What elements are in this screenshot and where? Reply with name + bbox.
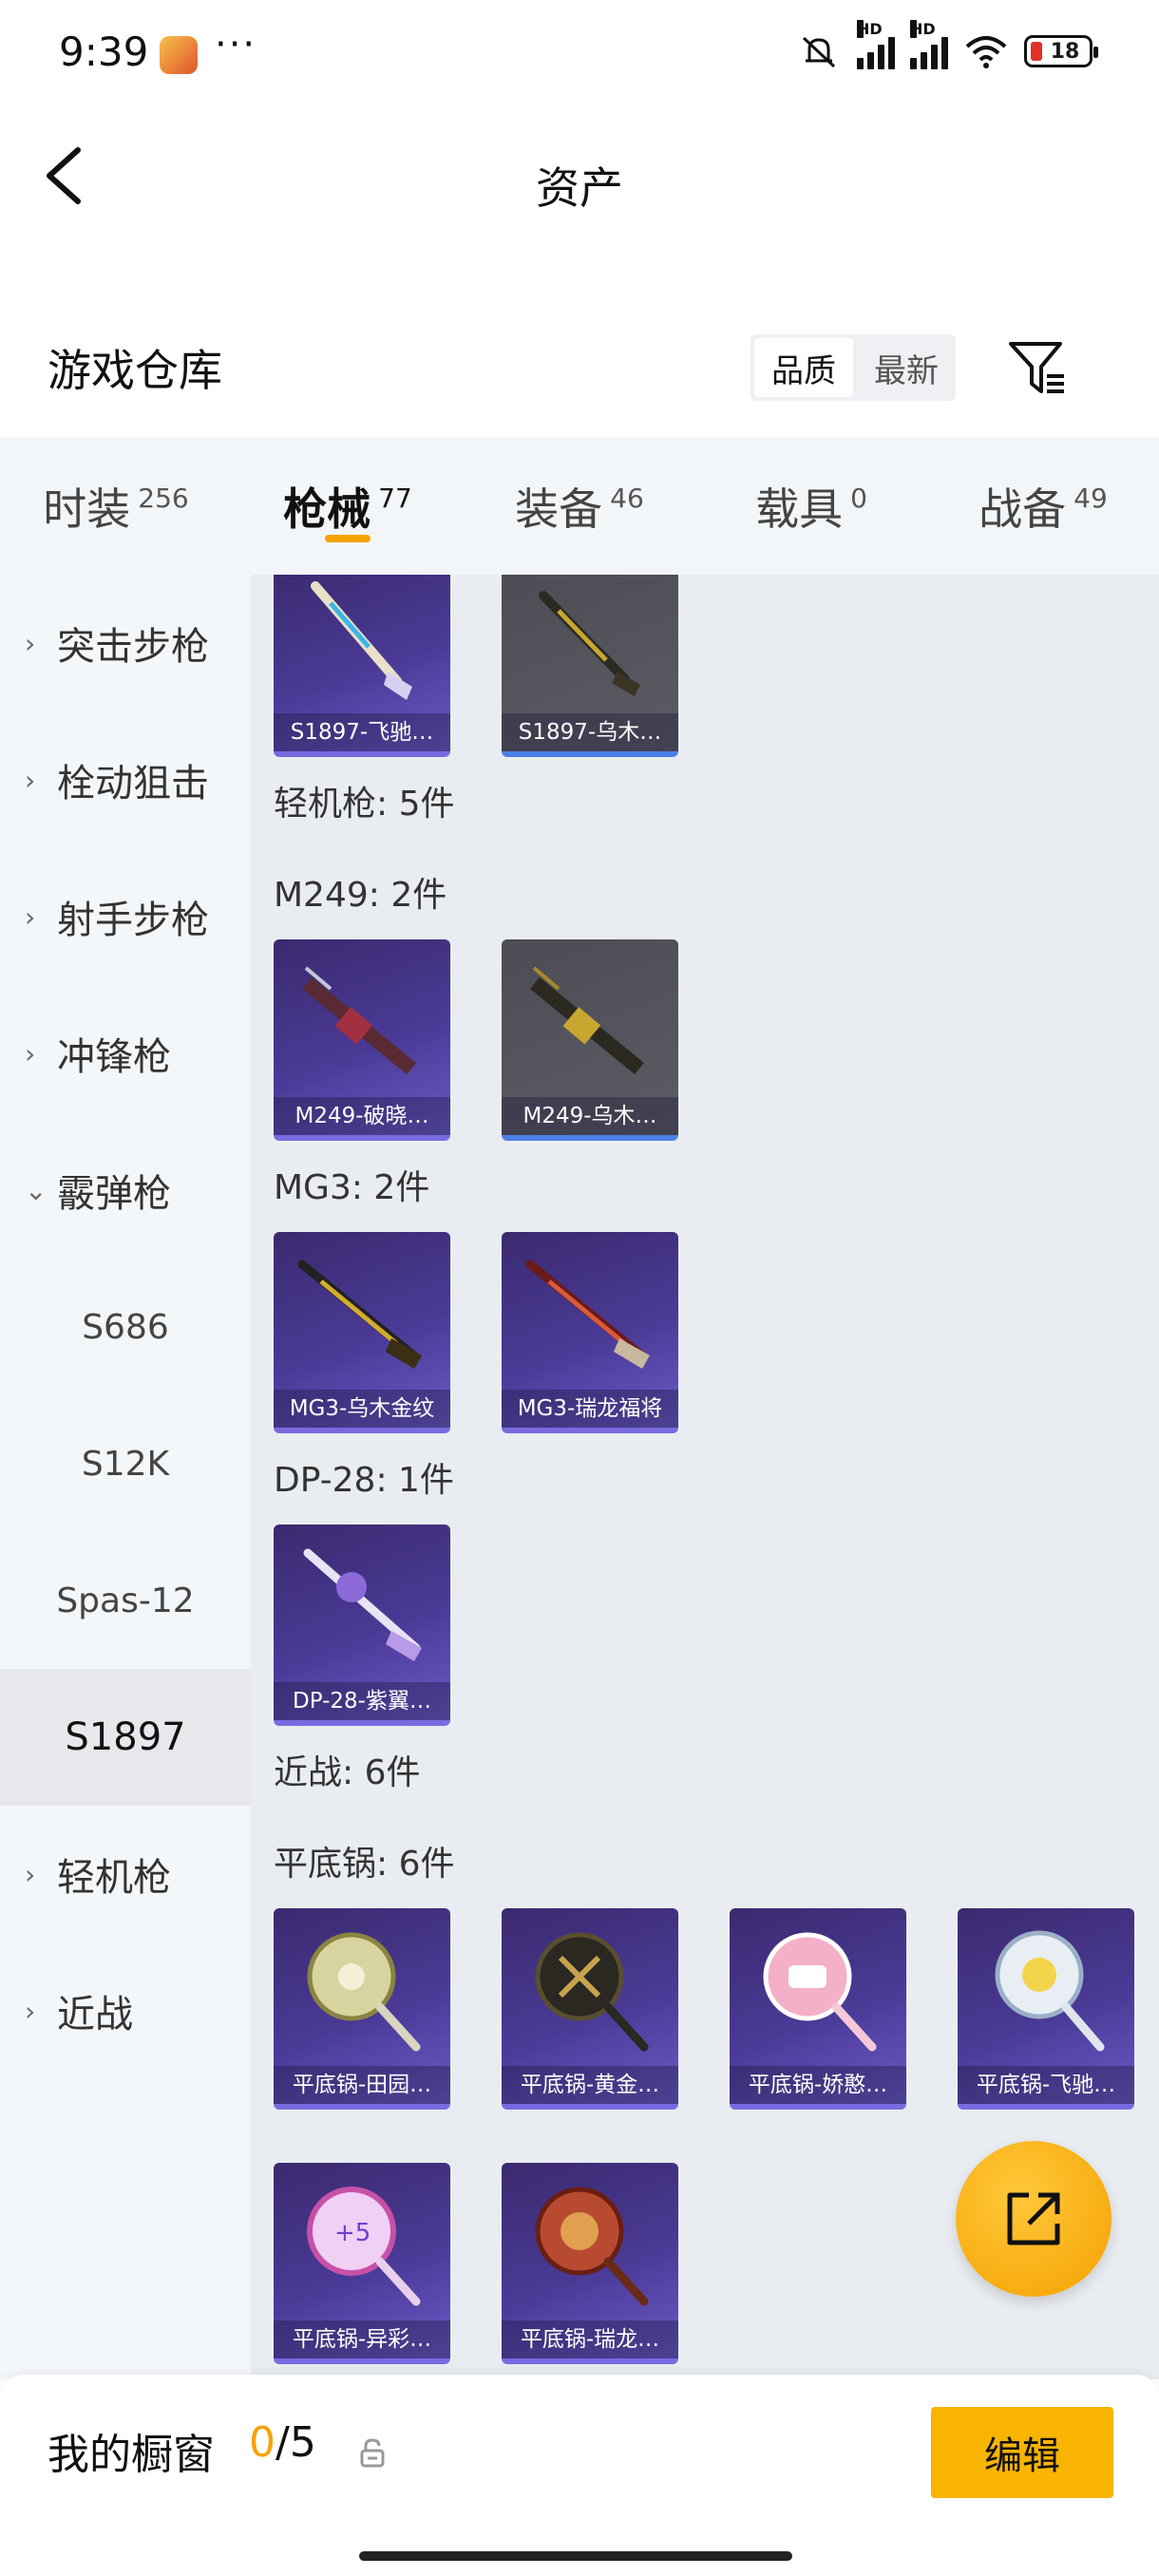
filter-icon[interactable] bbox=[1007, 338, 1068, 399]
subgroup-label: MG3: 2件 bbox=[274, 1168, 430, 1207]
tab-weapons[interactable]: 枪械 77 bbox=[232, 437, 464, 575]
lmg-skin-image bbox=[302, 966, 416, 1074]
chevron-right-icon: › bbox=[25, 764, 36, 796]
signal-icon-2: HD bbox=[910, 20, 948, 69]
sidebar-item-bolt-sniper[interactable]: › 栓动狙击 bbox=[0, 711, 251, 848]
sidebar-subitem-s12k[interactable]: S12K bbox=[0, 1395, 251, 1532]
showcase-bar: 我的橱窗 0/5 编辑 bbox=[0, 2375, 1159, 2576]
lmg-skin-image bbox=[303, 1548, 422, 1661]
chevron-right-icon: › bbox=[25, 627, 36, 659]
section-title: 游戏仓库 bbox=[48, 345, 222, 396]
status-bar: 9:39 ··· HD HD 18 bbox=[0, 0, 1159, 114]
sidebar-subitem-s1897[interactable]: S1897 bbox=[0, 1669, 251, 1806]
lmg-skin-image bbox=[297, 1260, 422, 1369]
mute-icon bbox=[802, 36, 836, 68]
page-title: 资产 bbox=[536, 162, 623, 214]
system-status-icons: HD HD 18 bbox=[796, 20, 1098, 70]
sidebar-item-assault-rifle[interactable]: › 突击步枪 bbox=[0, 575, 251, 711]
shotgun-skin-image bbox=[539, 591, 640, 696]
home-indicator[interactable] bbox=[359, 2551, 792, 2561]
tab-supplies[interactable]: 战备 49 bbox=[927, 437, 1159, 575]
category-tabs: 时装 256 枪械 77 装备 46 载具 0 战备 49 bbox=[0, 437, 1159, 575]
subgroup-label: 平底锅: 6件 bbox=[274, 1845, 455, 1884]
item-card[interactable]: 平底锅-娇憨… bbox=[730, 1908, 906, 2110]
lmg-skin-image bbox=[525, 1260, 650, 1369]
item-card[interactable]: 平底锅-瑞龙… bbox=[502, 2163, 678, 2364]
status-time: 9:39 bbox=[59, 28, 149, 75]
tab-fashion[interactable]: 时装 256 bbox=[0, 437, 232, 575]
signal-icon: HD bbox=[857, 20, 895, 69]
item-card[interactable]: +5 平底锅-异彩… bbox=[274, 2163, 450, 2364]
warehouse-header: 游戏仓库 品质 最新 bbox=[0, 313, 1159, 418]
subgroup-label: M249: 2件 bbox=[274, 876, 447, 915]
lock-icon bbox=[360, 2438, 385, 2468]
chevron-right-icon: › bbox=[25, 1858, 36, 1890]
item-card[interactable]: S1897-飞驰… bbox=[274, 575, 450, 757]
group-label: 近战: 6件 bbox=[274, 1753, 421, 1792]
sort-by-newest[interactable]: 最新 bbox=[857, 334, 956, 401]
chevron-right-icon: › bbox=[25, 900, 36, 933]
chevron-down-icon: ⌄ bbox=[25, 1174, 48, 1206]
share-icon bbox=[1007, 2192, 1060, 2245]
shotgun-skin-image bbox=[311, 581, 412, 700]
subgroup-label: DP-28: 1件 bbox=[274, 1461, 454, 1500]
pan-skin-image bbox=[307, 1932, 421, 2052]
item-card[interactable]: M249-破晓… bbox=[274, 939, 450, 1141]
sidebar-item-shotgun[interactable]: ⌄ 霰弹枪 bbox=[0, 1122, 251, 1259]
sidebar-item-dmr[interactable]: › 射手步枪 bbox=[0, 848, 251, 985]
app-notification-icon bbox=[160, 36, 198, 74]
sort-toggle: 品质 最新 bbox=[750, 334, 956, 401]
pan-skin-image bbox=[995, 1930, 1105, 2052]
tab-vehicles[interactable]: 载具 0 bbox=[695, 437, 927, 575]
sidebar-subitem-spas12[interactable]: Spas-12 bbox=[0, 1532, 251, 1669]
showcase-label: 我的橱窗 bbox=[48, 2431, 215, 2479]
sidebar-item-lmg[interactable]: › 轻机枪 bbox=[0, 1806, 251, 1942]
more-notifications-icon: ··· bbox=[215, 23, 257, 66]
sidebar-item-melee[interactable]: › 近战 bbox=[0, 1942, 251, 2079]
item-card[interactable]: 平底锅-田园… bbox=[274, 1908, 450, 2110]
weapon-category-sidebar: › 突击步枪 › 栓动狙击 › 射手步枪 › 冲锋枪 ⌄ 霰弹枪 S686 S1… bbox=[0, 575, 251, 2379]
svg-text:+5: +5 bbox=[334, 2219, 370, 2247]
item-card[interactable]: 平底锅-黄金… bbox=[502, 1908, 678, 2110]
sidebar-subitem-s686[interactable]: S686 bbox=[0, 1259, 251, 1395]
pan-skin-image: +5 bbox=[307, 2187, 421, 2306]
lmg-skin-image bbox=[530, 966, 644, 1074]
sidebar-item-smg[interactable]: › 冲锋枪 bbox=[0, 985, 251, 1122]
pan-skin-image bbox=[535, 2187, 649, 2306]
item-card[interactable]: MG3-瑞龙福将 bbox=[502, 1232, 678, 1433]
item-card[interactable]: 平底锅-飞驰… bbox=[958, 1908, 1134, 2110]
edit-button[interactable]: 编辑 bbox=[931, 2407, 1113, 2498]
battery-icon: 18 bbox=[1024, 35, 1098, 67]
wifi-icon bbox=[965, 36, 1007, 68]
group-label: 轻机枪: 5件 bbox=[274, 785, 455, 824]
chevron-right-icon: › bbox=[25, 1995, 36, 2027]
tab-equipment[interactable]: 装备 46 bbox=[464, 437, 695, 575]
app-header: 资产 bbox=[0, 114, 1159, 237]
pan-skin-image bbox=[763, 1932, 877, 2052]
item-grid: S1897-飞驰… S1897-乌木… 轻机枪: 5件 M249: 2件 M24… bbox=[251, 575, 1159, 2379]
sort-by-quality[interactable]: 品质 bbox=[754, 338, 853, 397]
share-button[interactable] bbox=[956, 2141, 1112, 2297]
active-tab-indicator bbox=[325, 535, 370, 542]
item-card[interactable]: M249-乌木… bbox=[502, 939, 678, 1141]
item-card[interactable]: DP-28-紫翼… bbox=[274, 1525, 450, 1726]
item-card[interactable]: S1897-乌木… bbox=[502, 575, 678, 757]
showcase-count: 0/5 bbox=[249, 2418, 316, 2467]
chevron-right-icon: › bbox=[25, 1037, 36, 1070]
item-card[interactable]: MG3-乌木金纹 bbox=[274, 1232, 450, 1433]
pan-skin-image bbox=[535, 1932, 649, 2052]
